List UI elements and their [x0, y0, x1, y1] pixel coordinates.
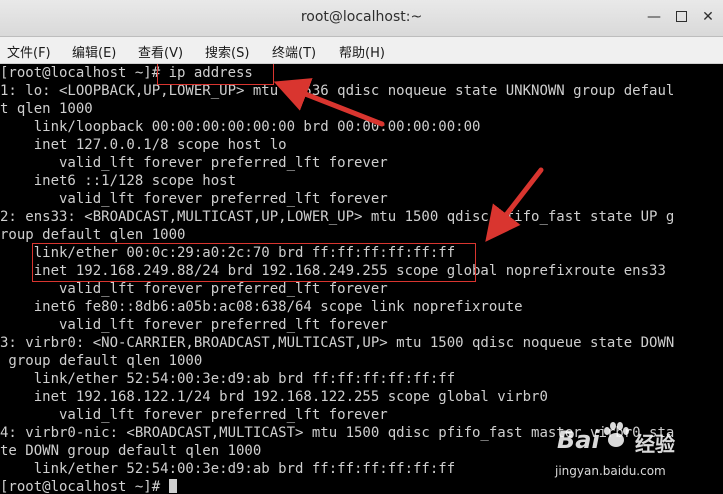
text-cursor [168, 479, 177, 493]
terminal-line: inet 192.168.122.1/24 brd 192.168.122.25… [0, 389, 548, 405]
minimize-icon: — [647, 9, 661, 25]
terminal-line: group default qlen 1000 [0, 353, 203, 369]
terminal-line: valid_lft forever preferred_lft forever [0, 281, 388, 297]
baidu-jingyan-watermark: Bai 经验 jingyan.baidu.com [553, 418, 721, 490]
terminal-line: te DOWN group default qlen 1000 [0, 443, 262, 459]
menu-bar: 文件(F) 编辑(E) 查看(V) 搜索(S) 终端(T) 帮助(H) [0, 37, 723, 64]
terminal-line: t qlen 1000 [0, 101, 93, 117]
terminal-line: inet 127.0.0.1/8 scope host lo [0, 137, 287, 153]
menu-file[interactable]: 文件(F) [7, 42, 51, 61]
terminal-line: inet6 fe80::8db6:a05b:ac08:638/64 scope … [0, 299, 523, 315]
terminal-line: 3: virbr0: <NO-CARRIER,BROADCAST,MULTICA… [0, 335, 675, 351]
maximize-icon [675, 10, 687, 22]
terminal-line: link/ether 52:54:00:3e:d9:ab brd ff:ff:f… [0, 371, 456, 387]
terminal-line: valid_lft forever preferred_lft forever [0, 317, 388, 333]
terminal-line: link/loopback 00:00:00:00:00:00 brd 00:0… [0, 119, 481, 135]
terminal-line: 1: lo: <LOOPBACK,UP,LOWER_UP> mtu 65536 … [0, 83, 675, 99]
menu-edit[interactable]: 编辑(E) [72, 42, 116, 61]
terminal-prompt-line: [root@localhost ~]# [0, 478, 177, 494]
close-icon: ✕ [702, 9, 714, 25]
menu-help[interactable]: 帮助(H) [339, 42, 385, 61]
ip-highlight-box [32, 243, 476, 282]
terminal-line: roup default qlen 1000 [0, 227, 186, 243]
menu-terminal[interactable]: 终端(T) [272, 42, 316, 61]
maximize-button[interactable] [671, 8, 691, 26]
window-title: root@localhost:~ [300, 9, 423, 25]
watermark-site: jingyan.baidu.com [555, 464, 666, 478]
watermark-brand-left: Bai [557, 426, 600, 454]
terminal-line: inet6 ::1/128 scope host [0, 173, 237, 189]
terminal-line: valid_lft forever preferred_lft forever [0, 155, 388, 171]
minimize-button[interactable]: — [644, 8, 664, 26]
command-highlight-box [157, 64, 274, 85]
terminal-line: valid_lft forever preferred_lft forever [0, 407, 388, 423]
title-bar[interactable]: root@localhost:~ — ✕ [0, 0, 723, 37]
close-button[interactable]: ✕ [698, 8, 718, 26]
terminal-line: 2: ens33: <BROADCAST,MULTICAST,UP,LOWER_… [0, 209, 675, 225]
terminal-prompt: [root@localhost ~]# [0, 479, 169, 494]
menu-view[interactable]: 查看(V) [138, 42, 183, 61]
terminal-window: root@localhost:~ — ✕ 文件(F) 编辑(E) 查看(V) 搜… [0, 0, 723, 494]
terminal-line: link/ether 52:54:00:3e:d9:ab brd ff:ff:f… [0, 461, 456, 477]
watermark-brand-right: 经验 [635, 432, 675, 456]
terminal-line: valid_lft forever preferred_lft forever [0, 191, 388, 207]
menu-search[interactable]: 搜索(S) [205, 42, 249, 61]
paw-icon [604, 422, 629, 447]
